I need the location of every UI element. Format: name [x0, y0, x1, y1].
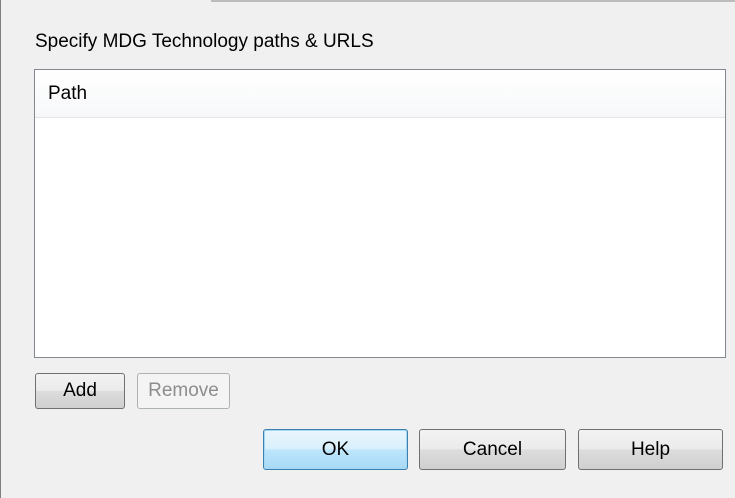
- paths-list[interactable]: Path: [34, 69, 726, 358]
- dialog-top-border: [211, 0, 735, 3]
- add-button[interactable]: Add: [35, 373, 125, 409]
- cancel-button[interactable]: Cancel: [419, 429, 566, 470]
- column-header-path[interactable]: Path: [35, 70, 725, 117]
- ok-button[interactable]: OK: [263, 429, 408, 470]
- paths-group-label: Specify MDG Technology paths & URLS: [35, 31, 374, 52]
- help-button[interactable]: Help: [578, 429, 723, 470]
- remove-button[interactable]: Remove: [137, 373, 230, 409]
- list-header: Path: [35, 70, 725, 118]
- mdg-technology-dialog: Specify MDG Technology paths & URLS Path…: [0, 0, 735, 498]
